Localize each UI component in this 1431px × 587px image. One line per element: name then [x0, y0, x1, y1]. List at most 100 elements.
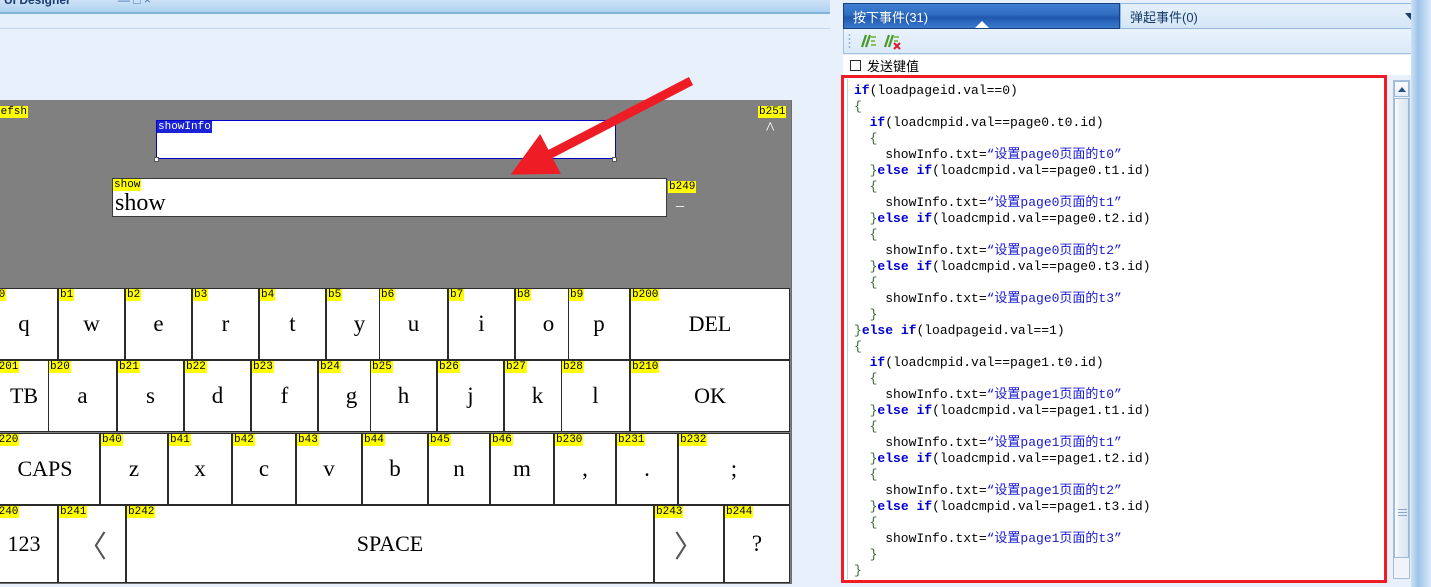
design-canvas[interactable]: refsh b251 ^ showInfo show show b249 _ b…	[0, 100, 792, 584]
key-label-b2: e	[126, 311, 191, 337]
key-tag-b9[interactable]: b9	[569, 289, 584, 301]
key-tag-b3[interactable]: b3	[193, 289, 208, 301]
code-text[interactable]: if(loadpageid.val==0) { if(loadcmpid.val…	[848, 79, 1381, 579]
toolbar-grip[interactable]	[848, 33, 851, 49]
key-b22[interactable]: b22d	[184, 360, 251, 432]
send-keyvalue-row[interactable]: 发送键值	[843, 55, 1426, 75]
key-tag-b1[interactable]: b1	[59, 289, 74, 301]
tab-release-event-label: 弹起事件(0)	[1130, 7, 1198, 26]
key-b44[interactable]: b44b	[362, 433, 428, 505]
key-b3[interactable]: b3r	[192, 288, 259, 360]
key-b2[interactable]: b2 e	[125, 288, 192, 360]
key-b243[interactable]: b243〉	[654, 505, 724, 583]
key-tag-b243[interactable]: b243	[655, 506, 683, 518]
key-b241[interactable]: b241〈	[58, 505, 126, 583]
key-tag-b24[interactable]: b24	[319, 361, 341, 373]
key-tag-b20[interactable]: b20	[49, 361, 71, 373]
key-tag-b240[interactable]: b240	[0, 506, 19, 518]
key-b230[interactable]: b230,	[554, 433, 616, 505]
key-tag-b44[interactable]: b44	[363, 434, 385, 446]
key-b210[interactable]: b210 OK	[630, 360, 790, 432]
key-tag-b244[interactable]: b244	[725, 506, 753, 518]
code-editor-highlight: if(loadpageid.val==0) { if(loadcmpid.val…	[841, 75, 1387, 583]
key-b45[interactable]: b45n	[428, 433, 490, 505]
key-b46[interactable]: b46m	[490, 433, 554, 505]
key-b220[interactable]: b220CAPS	[0, 433, 100, 505]
tab-release-event[interactable]: 弹起事件(0)	[1120, 3, 1426, 29]
key-tag-b4[interactable]: b4	[260, 289, 275, 301]
widget-tag-b249[interactable]: b249	[668, 181, 696, 193]
key-tag-b220[interactable]: b220	[0, 434, 19, 446]
key-b200[interactable]: b200DEL	[630, 288, 790, 360]
key-b41[interactable]: b41x	[168, 433, 232, 505]
key-tag-b28[interactable]: b28	[562, 361, 584, 373]
key-tag-b27[interactable]: b27	[505, 361, 527, 373]
key-tag-b0[interactable]: b0	[0, 289, 6, 301]
key-tag-b41[interactable]: b41	[169, 434, 191, 446]
key-tag-b23[interactable]: b23	[252, 361, 274, 373]
widget-showInfo[interactable]: showInfo	[156, 120, 616, 159]
key-b43[interactable]: b43v	[296, 433, 362, 505]
key-tag-b8[interactable]: b8	[516, 289, 531, 301]
key-b40[interactable]: b40z	[100, 433, 168, 505]
resize-handle-bl[interactable]	[154, 157, 159, 162]
scrollbar-thumb[interactable]	[1394, 98, 1409, 558]
key-tag-b46[interactable]: b46	[491, 434, 513, 446]
key-tag-b232[interactable]: b232	[679, 434, 707, 446]
key-tag-b21[interactable]: b21	[118, 361, 140, 373]
key-tag-b200[interactable]: b200	[631, 289, 659, 301]
send-keyvalue-label: 发送键值	[867, 56, 919, 75]
tab-press-event[interactable]: 按下事件(31)	[843, 3, 1120, 29]
key-label-b210: OK	[631, 383, 789, 409]
resize-handle-br[interactable]	[612, 157, 617, 162]
widget-tag-b251[interactable]: b251	[758, 106, 786, 118]
widget-tag-refsh[interactable]: refsh	[0, 106, 28, 118]
key-b4[interactable]: b4t	[259, 288, 326, 360]
widget-tag-show[interactable]: show	[113, 179, 141, 191]
key-tag-b25[interactable]: b25	[371, 361, 393, 373]
key-tag-b5[interactable]: b5	[327, 289, 342, 301]
add-script-icon[interactable]	[856, 32, 878, 50]
key-b1[interactable]: b1w	[58, 288, 125, 360]
key-b25[interactable]: b25h	[370, 360, 437, 432]
key-tag-b40[interactable]: b40	[101, 434, 123, 446]
key-tag-b230[interactable]: b230	[555, 434, 583, 446]
key-b232[interactable]: b232;	[678, 433, 790, 505]
key-tag-b241[interactable]: b241	[59, 506, 87, 518]
key-tag-b43[interactable]: b43	[297, 434, 319, 446]
key-b0[interactable]: b0q	[0, 288, 58, 360]
key-b20[interactable]: b20a	[48, 360, 117, 432]
key-tag-b7[interactable]: b7	[449, 289, 464, 301]
key-b244[interactable]: b244?	[724, 505, 790, 583]
key-b231[interactable]: b231.	[616, 433, 678, 505]
send-keyvalue-checkbox[interactable]	[850, 60, 861, 71]
key-b242[interactable]: b242SPACE	[126, 505, 654, 583]
key-tag-b6[interactable]: b6	[380, 289, 395, 301]
key-label-b240: 123	[0, 531, 57, 557]
key-b26[interactable]: b26j	[437, 360, 504, 432]
code-scrollbar[interactable]	[1393, 80, 1410, 579]
key-tag-b42[interactable]: b42	[233, 434, 255, 446]
key-b28[interactable]: b28l	[561, 360, 630, 432]
widget-tag-showInfo[interactable]: showInfo	[157, 121, 212, 133]
key-tag-b242[interactable]: b242	[127, 506, 155, 518]
key-tag-b22[interactable]: b22	[185, 361, 207, 373]
key-b7[interactable]: b7i	[448, 288, 515, 360]
key-tag-b231[interactable]: b231	[617, 434, 645, 446]
key-tag-b45[interactable]: b45	[429, 434, 451, 446]
key-tag-b26[interactable]: b26	[438, 361, 460, 373]
key-b21[interactable]: b21s	[117, 360, 184, 432]
key-b240[interactable]: b240 123	[0, 505, 58, 583]
delete-script-icon[interactable]	[880, 32, 902, 50]
key-tag-b2[interactable]: b2	[126, 289, 141, 301]
key-b6[interactable]: b6u	[379, 288, 448, 360]
scroll-up-button[interactable]	[1394, 81, 1409, 97]
code-editor[interactable]: if(loadpageid.val==0) { if(loadcmpid.val…	[847, 79, 1381, 579]
key-b23[interactable]: b23f	[251, 360, 318, 432]
key-b42[interactable]: b42c	[232, 433, 296, 505]
key-tag-b201[interactable]: b201	[0, 361, 19, 373]
window-buttons[interactable]: — □ ×	[118, 0, 151, 7]
widget-show[interactable]: show show	[112, 178, 667, 217]
key-tag-b210[interactable]: b210	[631, 361, 659, 373]
key-b9[interactable]: b9p	[568, 288, 630, 360]
